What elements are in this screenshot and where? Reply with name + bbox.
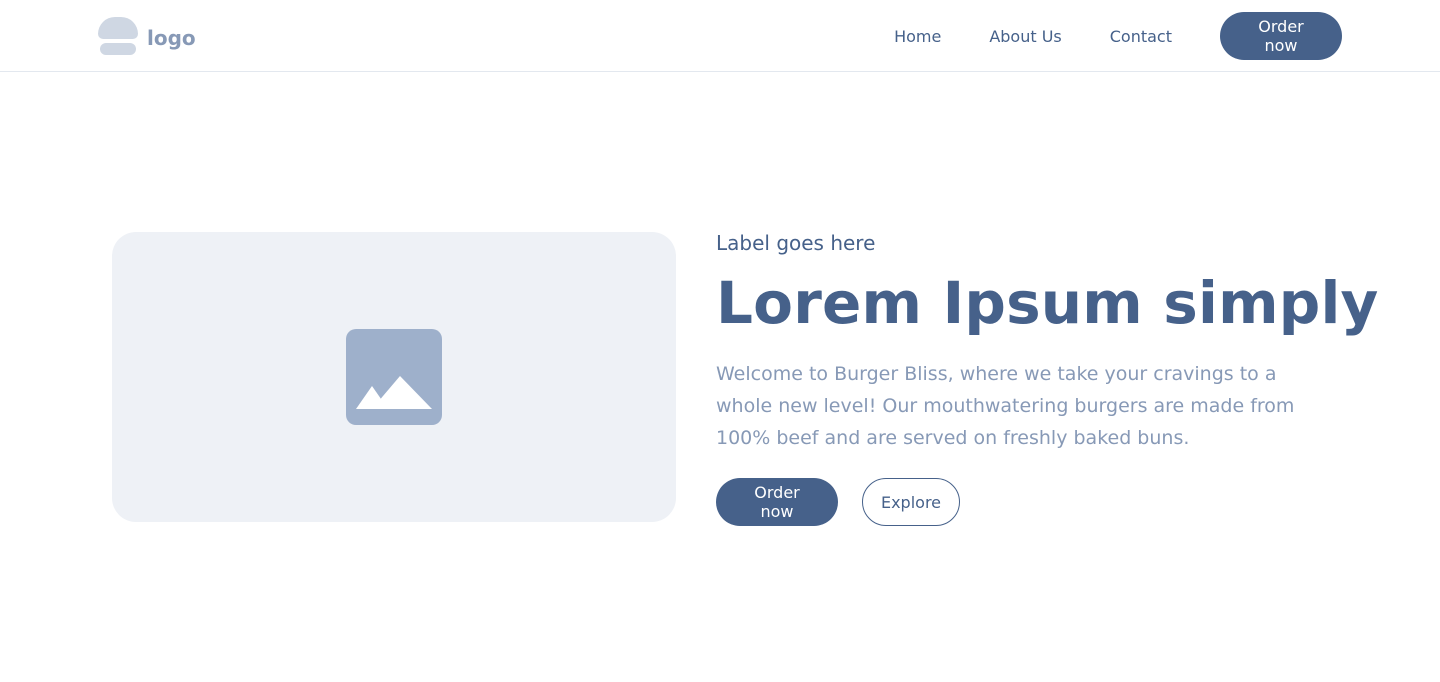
nav-link-contact[interactable]: Contact: [1110, 27, 1172, 46]
header-order-now-button[interactable]: Order now: [1220, 12, 1342, 60]
hero-order-now-button[interactable]: Order now: [716, 478, 838, 526]
site-header: logo Home About Us Contact Order now: [0, 0, 1440, 72]
main-nav: Home About Us Contact Order now: [894, 12, 1342, 60]
image-placeholder-icon: [346, 329, 442, 425]
logo[interactable]: logo: [98, 17, 196, 55]
logo-text: logo: [147, 26, 196, 50]
burger-logo-icon: [98, 17, 138, 55]
nav-link-home[interactable]: Home: [894, 27, 941, 46]
hero-text: Label goes here Lorem Ipsum simply Welco…: [716, 230, 1379, 526]
nav-link-about-us[interactable]: About Us: [989, 27, 1061, 46]
hero-image-placeholder: [112, 232, 676, 522]
explore-button[interactable]: Explore: [862, 478, 960, 526]
hero-description: Welcome to Burger Bliss, where we take y…: [716, 363, 1295, 449]
hero-label: Label goes here: [716, 231, 876, 255]
hero-buttons: Order now Explore: [716, 478, 1336, 526]
hero-title: Lorem Ipsum simply: [716, 269, 1379, 337]
